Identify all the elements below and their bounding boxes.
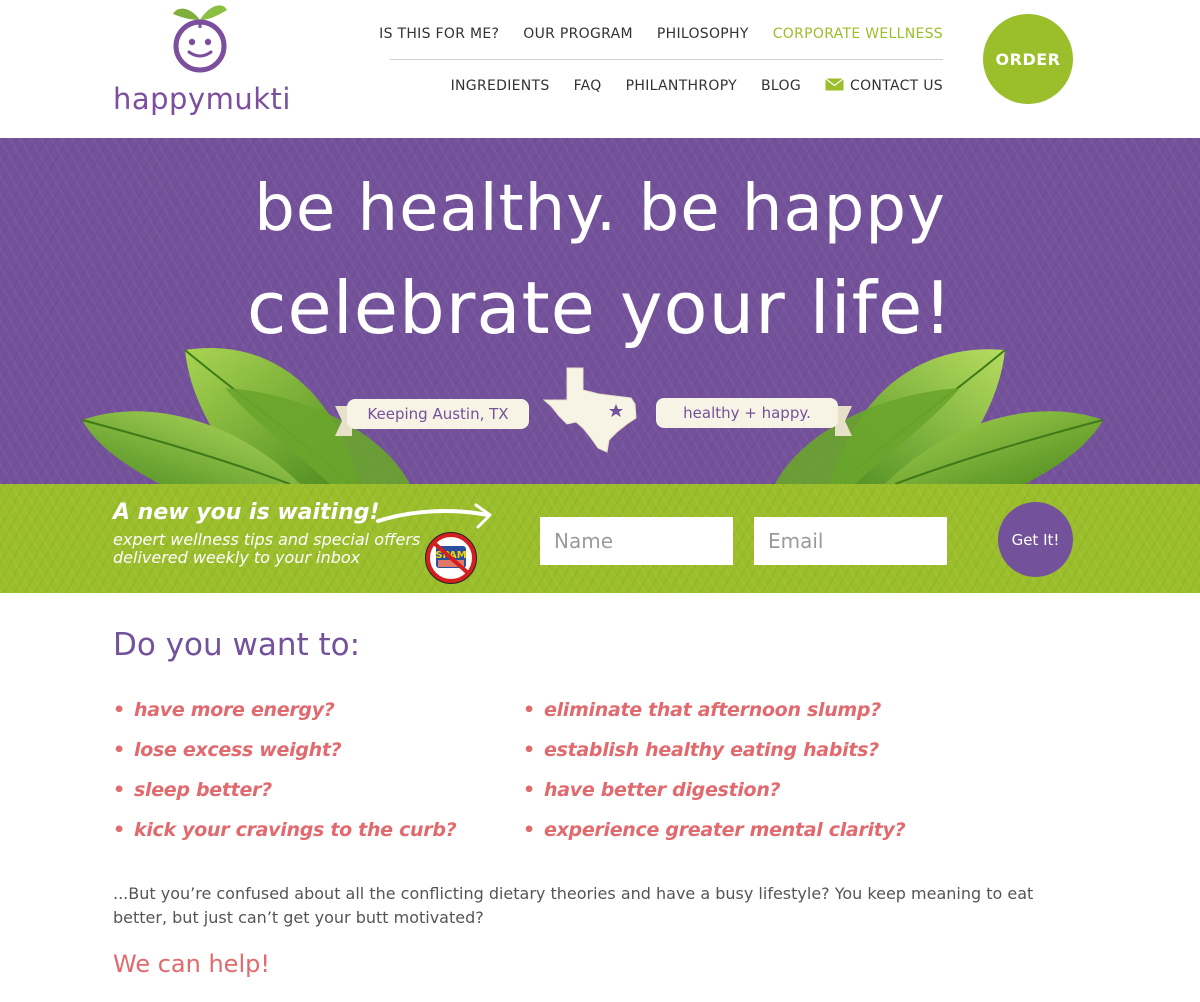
help-heading: We can help! <box>113 950 270 978</box>
nav-divider <box>390 59 943 60</box>
hero-banner: be healthy. be happy celebrate your life… <box>0 138 1200 484</box>
nav-philosophy[interactable]: PHILOSOPHY <box>657 26 749 42</box>
email-input[interactable] <box>754 517 947 565</box>
nav-contact-us[interactable]: CONTACT US <box>825 78 943 94</box>
logo[interactable]: happymukti <box>113 0 293 125</box>
intro-paragraph: ...But you’re confused about all the con… <box>113 884 1034 927</box>
get-it-button[interactable]: Get It! <box>998 502 1073 577</box>
order-button[interactable]: ORDER <box>983 14 1073 104</box>
list-item: eliminate that afternoon slump? <box>523 699 905 739</box>
signup-subtext: expert wellness tips and special offers … <box>113 530 421 567</box>
list-item: kick your cravings to the curb? <box>113 819 457 859</box>
main-content: Do you want to: have more energy? lose e… <box>0 593 1200 1002</box>
nav-our-program[interactable]: OUR PROGRAM <box>523 26 633 42</box>
no-spam-icon: SPAM <box>425 532 477 584</box>
section-heading: Do you want to: <box>113 627 361 663</box>
hero-headline-1: be healthy. be happy <box>254 172 946 246</box>
ribbon-right: healthy + happy. <box>656 398 838 428</box>
benefits-list-left: have more energy? lose excess weight? sl… <box>113 699 457 859</box>
nav-blog[interactable]: BLOG <box>761 78 801 94</box>
hero-headline-2: celebrate your life! <box>246 266 954 350</box>
nav-corporate-wellness[interactable]: CORPORATE WELLNESS <box>773 26 943 42</box>
name-input[interactable] <box>540 517 733 565</box>
secondary-nav: INGREDIENTS FAQ PHILANTHROPY BLOG CONTAC… <box>451 78 943 94</box>
arrow-right-icon <box>376 503 492 529</box>
nav-ingredients[interactable]: INGREDIENTS <box>451 78 550 94</box>
nav-is-this-for-me[interactable]: IS THIS FOR ME? <box>379 26 499 42</box>
smiley-sprout-logo-icon <box>173 5 227 73</box>
site-header: happymukti IS THIS FOR ME? OUR PROGRAM P… <box>0 0 1200 138</box>
nav-faq[interactable]: FAQ <box>574 78 602 94</box>
primary-nav: IS THIS FOR ME? OUR PROGRAM PHILOSOPHY C… <box>379 26 943 42</box>
newsletter-signup: A new you is waiting! expert wellness ti… <box>0 484 1200 593</box>
list-item: sleep better? <box>113 779 456 819</box>
mail-icon <box>825 78 844 91</box>
nav-philanthropy[interactable]: PHILANTHROPY <box>626 78 737 94</box>
texas-map-icon <box>543 367 637 453</box>
logo-wordmark: happymukti <box>113 82 291 116</box>
ribbon-left: Keeping Austin, TX <box>347 399 529 429</box>
nav-contact-us-label: CONTACT US <box>850 78 943 94</box>
list-item: establish healthy eating habits? <box>523 739 905 779</box>
list-item: lose excess weight? <box>113 739 456 779</box>
signup-headline: A new you is waiting! <box>113 500 380 525</box>
list-item: have better digestion? <box>523 779 905 819</box>
list-item: have more energy? <box>113 699 456 739</box>
benefits-list-right: eliminate that afternoon slump? establis… <box>523 699 906 859</box>
list-item: experience greater mental clarity? <box>523 819 906 859</box>
